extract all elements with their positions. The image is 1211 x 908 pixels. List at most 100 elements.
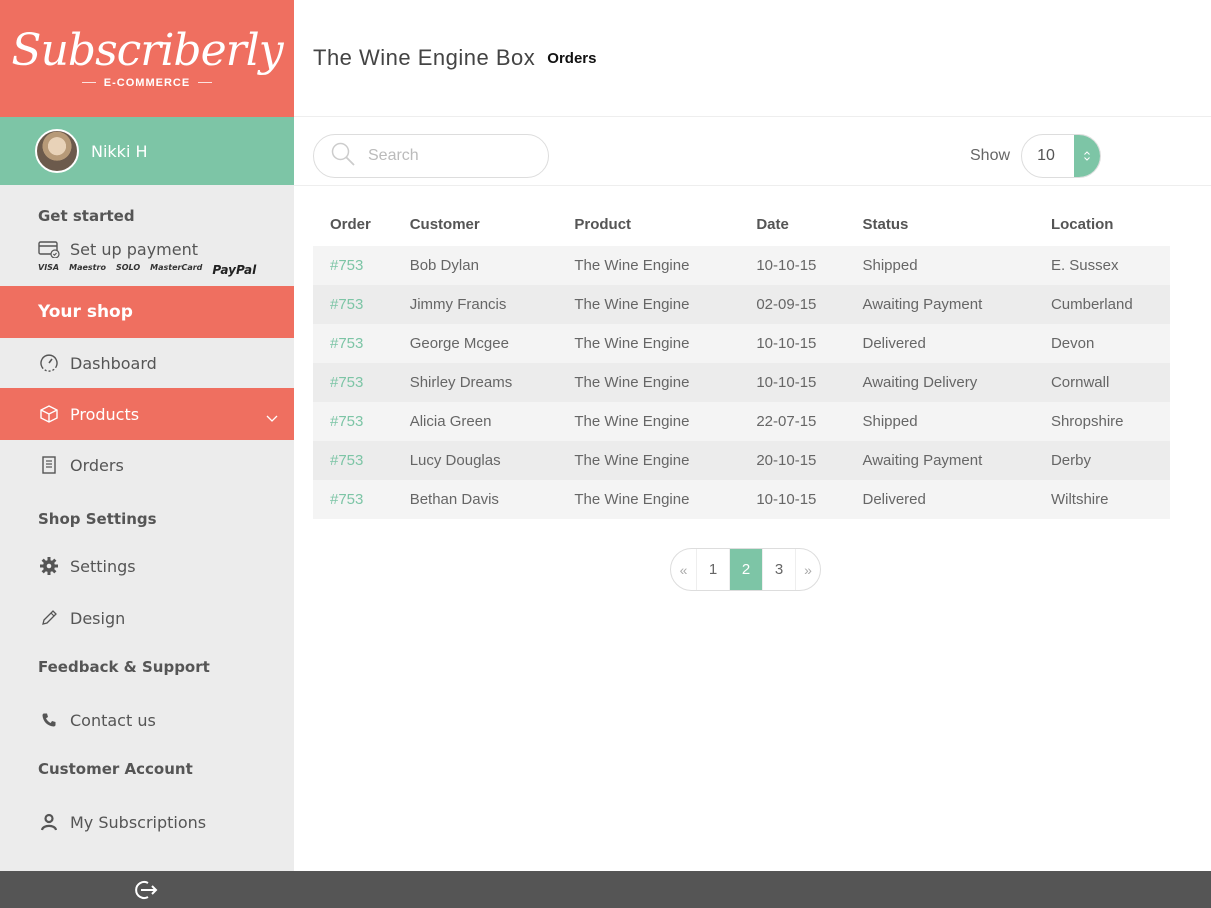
cell-location: Cumberland	[1050, 296, 1133, 313]
credit-card-icon	[38, 238, 60, 260]
cell-order-id[interactable]: #753	[313, 246, 393, 285]
brand-logo[interactable]: Subscriberly E-COMMERCE	[0, 0, 294, 117]
chevron-up-down-icon[interactable]	[1074, 135, 1100, 177]
sidebar-item-products[interactable]: Products	[0, 388, 294, 440]
pagination-next-button[interactable]: »	[795, 549, 820, 590]
cell-date: 10-10-15	[756, 335, 817, 352]
table-row[interactable]: #753 Alicia Green The Wine Engine 22-07-15 S…	[313, 402, 1170, 441]
table-row[interactable]: #753 Lucy Douglas The Wine Engine 20-10-15 A…	[313, 441, 1170, 480]
main-content: The Wine Engine Box Orders Show 10 Order…	[294, 0, 1211, 871]
paypal-logo: PayPal	[212, 263, 257, 277]
cell-order-id[interactable]: #753	[313, 402, 393, 441]
pagination-page-2[interactable]: 2	[729, 549, 762, 590]
cell-order-id[interactable]: #753	[313, 480, 393, 519]
receipt-icon	[38, 454, 60, 476]
cell-order-id[interactable]: #753	[313, 324, 393, 363]
cell-location: Devon	[1050, 335, 1095, 352]
phone-icon	[38, 709, 60, 731]
page-header: The Wine Engine Box Orders	[294, 0, 1211, 117]
sidebar-item-design[interactable]: Design	[0, 592, 294, 644]
table-row[interactable]: #753 Bethan Davis The Wine Engine 10-10-15 D…	[313, 480, 1170, 519]
box-icon	[38, 403, 60, 425]
user-name: Nikki H	[91, 141, 148, 161]
cell-product: The Wine Engine	[574, 452, 690, 469]
sidebar-item-label: Products	[70, 404, 140, 424]
cell-product: The Wine Engine	[574, 413, 690, 430]
table-toolbar: Show 10	[294, 117, 1211, 186]
cell-order-id[interactable]: #753	[313, 363, 393, 402]
cell-customer: Jimmy Francis	[409, 296, 507, 313]
sidebar-item-label: Design	[70, 608, 126, 628]
cell-location: E. Sussex	[1050, 257, 1119, 274]
cell-order-id[interactable]: #753	[313, 285, 393, 324]
cell-product: The Wine Engine	[574, 257, 690, 274]
gear-icon	[38, 555, 60, 577]
table-row[interactable]: #753 Shirley Dreams The Wine Engine 10-10-1…	[313, 363, 1170, 402]
cell-date: 22-07-15	[756, 413, 817, 430]
cell-status: Awaiting Payment	[862, 296, 983, 313]
section-label: Your shop	[38, 302, 133, 322]
table-row[interactable]: #753 George Mcgee The Wine Engine 10-10-15 D…	[313, 324, 1170, 363]
column-header-product[interactable]: Product	[557, 203, 739, 246]
pencil-icon	[38, 607, 60, 629]
cell-product: The Wine Engine	[574, 374, 690, 391]
divider	[198, 82, 213, 83]
divider	[81, 82, 96, 83]
column-header-location[interactable]: Location	[1034, 203, 1170, 246]
user-profile[interactable]: Nikki H	[0, 117, 294, 185]
pagination-page-1[interactable]: 1	[696, 549, 729, 590]
cell-status: Shipped	[862, 413, 918, 430]
chevron-down-icon[interactable]	[266, 408, 278, 427]
cell-product: The Wine Engine	[574, 296, 690, 313]
table-header-row: Order Customer Product Date Status Location	[313, 203, 1170, 246]
sidebar-item-orders[interactable]: Orders	[0, 440, 294, 490]
logout-icon[interactable]	[133, 878, 158, 902]
brand-tagline-row: E-COMMERCE	[81, 77, 213, 89]
section-your-shop[interactable]: Your shop	[0, 286, 294, 338]
sidebar-item-my-subscriptions[interactable]: My Subscriptions	[0, 796, 294, 848]
sidebar: Subscriberly E-COMMERCE Nikki H Get star…	[0, 0, 294, 871]
section-customer-account: Customer Account	[38, 760, 193, 778]
cell-customer: Bob Dylan	[409, 257, 479, 274]
column-header-status[interactable]: Status	[845, 203, 1033, 246]
page-size-select[interactable]: 10	[1021, 134, 1101, 178]
sidebar-item-dashboard[interactable]: Dashboard	[0, 338, 294, 388]
show-label: Show	[970, 147, 1011, 164]
sidebar-item-label: My Subscriptions	[70, 812, 207, 832]
table-row[interactable]: #753 Jimmy Francis The Wine Engine 02-09-15…	[313, 285, 1170, 324]
sidebar-item-settings[interactable]: Settings	[0, 540, 294, 592]
sidebar-item-setup-payment[interactable]: Set up payment	[0, 239, 294, 259]
pagination-page-3[interactable]: 3	[762, 549, 795, 590]
search-input[interactable]	[368, 147, 528, 165]
pagination-prev-button[interactable]: «	[671, 549, 696, 590]
cell-status: Awaiting Delivery	[862, 374, 978, 391]
search-box[interactable]	[313, 134, 549, 178]
column-header-date[interactable]: Date	[739, 203, 845, 246]
sidebar-item-contact-us[interactable]: Contact us	[0, 694, 294, 746]
cell-customer: George Mcgee	[409, 335, 509, 352]
cell-location: Shropshire	[1050, 413, 1124, 430]
table-row[interactable]: #753 Bob Dylan The Wine Engine 10-10-15 Ship…	[313, 246, 1170, 285]
payment-logos: VISA Maestro SOLO MasterCard PayPal	[0, 263, 294, 277]
cell-order-id[interactable]: #753	[313, 441, 393, 480]
cell-product: The Wine Engine	[574, 335, 690, 352]
page-title: Orders	[547, 49, 597, 67]
search-icon	[330, 141, 356, 171]
sidebar-item-label: Dashboard	[70, 353, 157, 373]
cell-status: Delivered	[862, 491, 926, 508]
shop-title: The Wine Engine Box	[313, 45, 536, 70]
column-header-order[interactable]: Order	[313, 203, 393, 246]
sidebar-item-label: Contact us	[70, 710, 156, 730]
cell-date: 10-10-15	[756, 491, 817, 508]
cell-status: Shipped	[862, 257, 918, 274]
cell-location: Wiltshire	[1050, 491, 1109, 508]
user-icon	[38, 811, 60, 833]
avatar	[35, 129, 79, 173]
mastercard-logo: MasterCard	[150, 263, 203, 272]
column-header-customer[interactable]: Customer	[393, 203, 558, 246]
cell-customer: Alicia Green	[409, 413, 492, 430]
gauge-icon	[38, 352, 60, 374]
brand-name: Subscriberly	[11, 24, 283, 76]
cell-product: The Wine Engine	[574, 491, 690, 508]
footer-bar	[0, 871, 1211, 908]
